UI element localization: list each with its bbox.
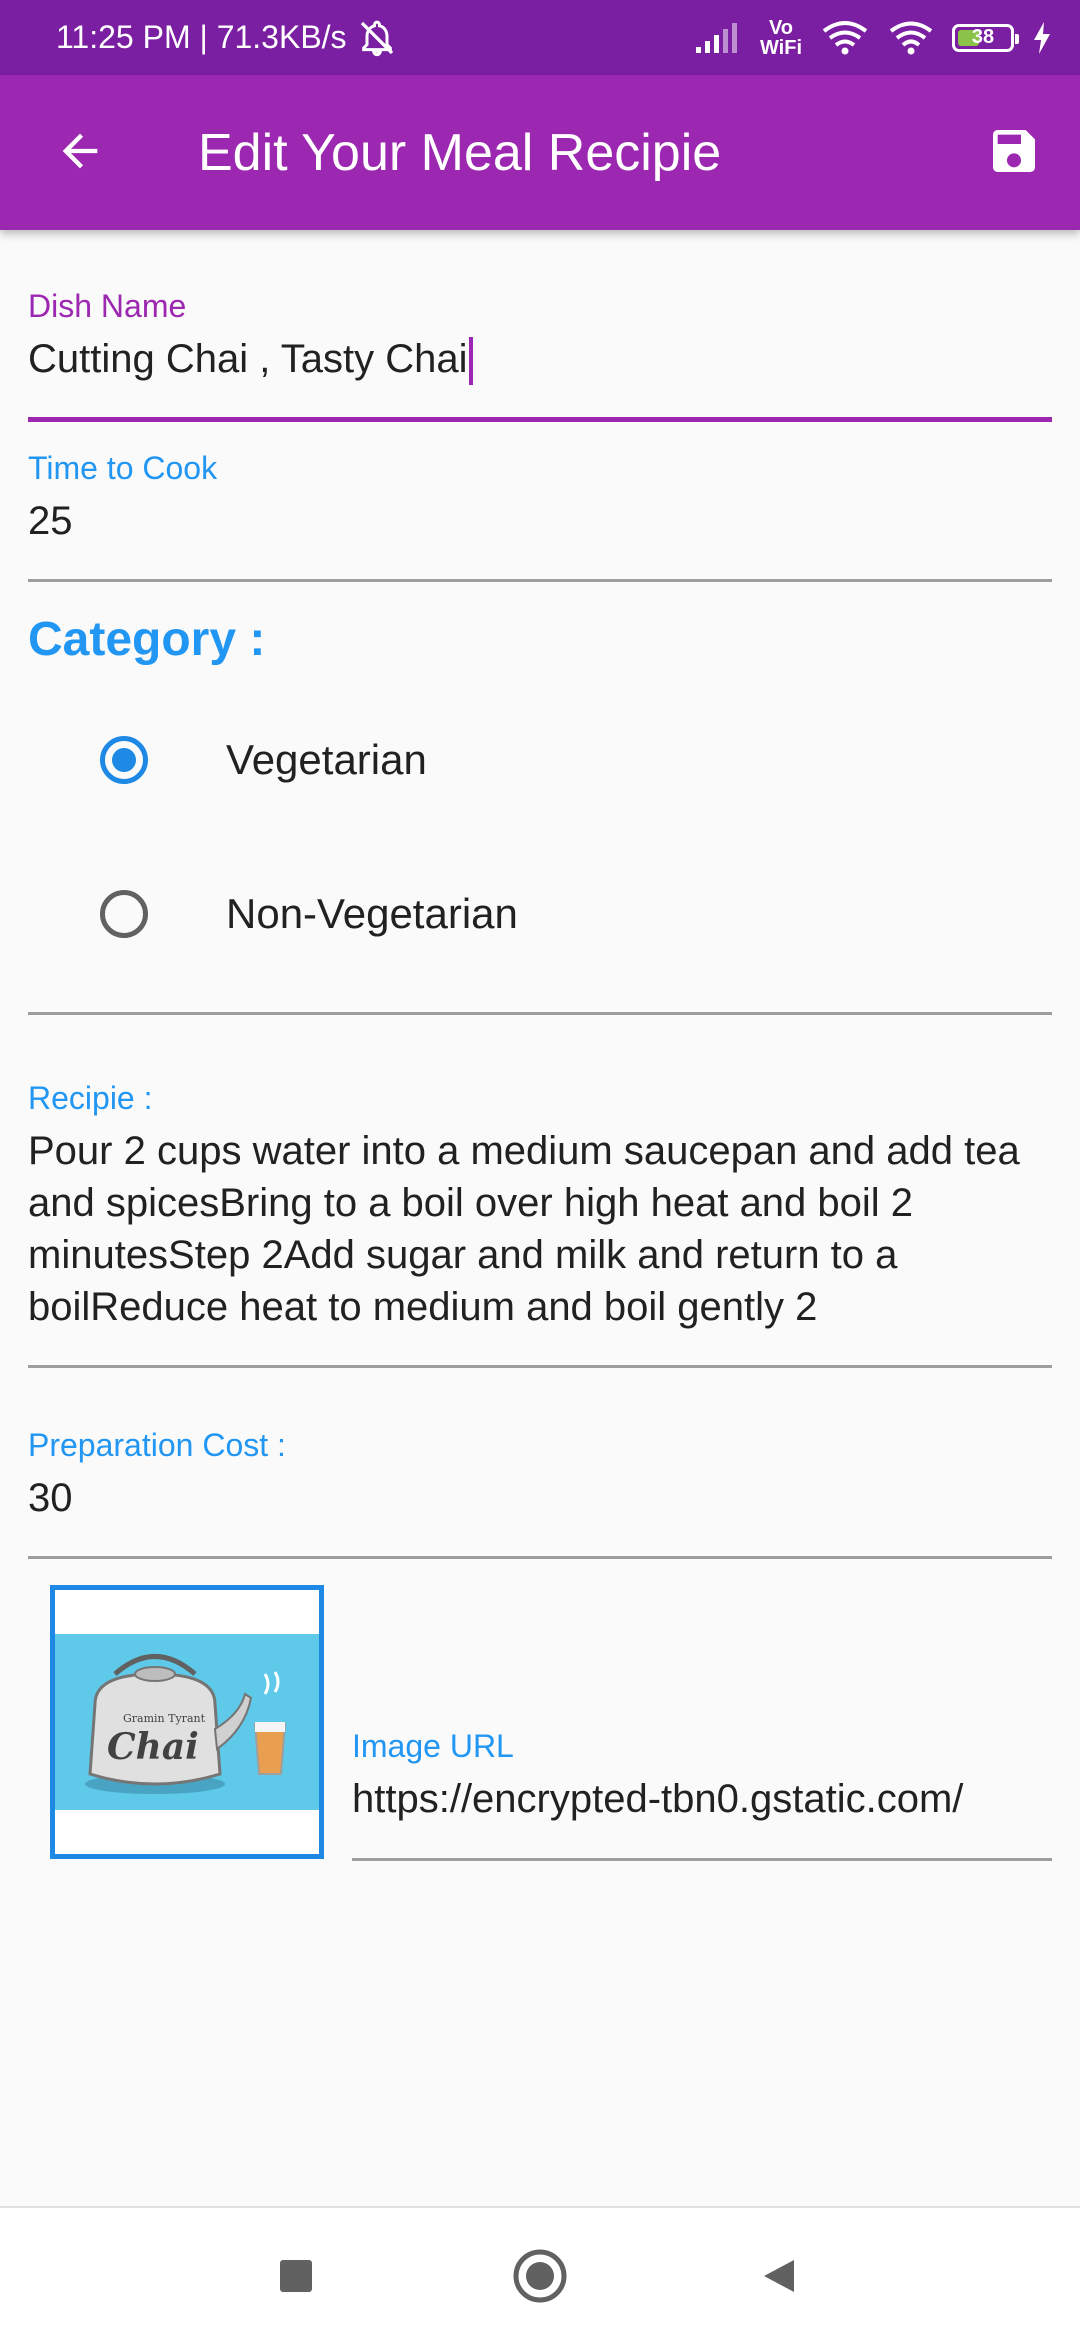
status-bar: 11:25 PM | 71.3KB/s Vo WiFi 38 bbox=[0, 0, 1080, 75]
mute-bell-icon bbox=[357, 18, 397, 58]
arrow-back-icon bbox=[54, 125, 106, 182]
brand-large-text: Chai bbox=[107, 1726, 199, 1768]
radio-option-vegetarian[interactable]: Vegetarian bbox=[100, 720, 427, 800]
nav-back-button[interactable] bbox=[750, 2248, 810, 2308]
category-divider bbox=[28, 1012, 1052, 1015]
chai-image: Gramin Tyrant Chai bbox=[55, 1634, 319, 1810]
save-button[interactable] bbox=[974, 113, 1054, 193]
dish-name-label: Dish Name bbox=[28, 288, 187, 324]
save-icon bbox=[986, 123, 1042, 184]
recipe-underline bbox=[28, 1365, 1052, 1368]
home-icon bbox=[512, 2248, 568, 2309]
dish-name-input[interactable]: Cutting Chai , Tasty Chai bbox=[28, 333, 1052, 386]
radio-label-vegetarian: Vegetarian bbox=[226, 736, 427, 783]
vowifi-top: Vo bbox=[768, 16, 794, 39]
time-to-cook-field[interactable]: Time to Cook 25 bbox=[28, 450, 1052, 585]
image-url-input[interactable]: https://encrypted-tbn0.gstatic.com/ bbox=[352, 1773, 1052, 1825]
recipe-label: Recipie : bbox=[28, 1080, 153, 1116]
radio-option-non-vegetarian[interactable]: Non-Vegetarian bbox=[100, 874, 518, 954]
wifi-icon bbox=[888, 20, 934, 56]
app-bar: Edit Your Meal Recipie bbox=[0, 75, 1080, 230]
recent-apps-icon bbox=[278, 2258, 314, 2299]
wifi-link-icon bbox=[820, 19, 870, 57]
signal-icon bbox=[694, 21, 742, 55]
page-title: Edit Your Meal Recipie bbox=[198, 123, 722, 182]
battery-level: 38 bbox=[971, 26, 995, 48]
status-left: 11:25 PM | 71.3KB/s bbox=[56, 18, 397, 58]
status-time-speed: 11:25 PM | 71.3KB/s bbox=[56, 19, 347, 55]
text-cursor bbox=[469, 337, 474, 386]
recipe-input[interactable]: Pour 2 cups water into a medium saucepan… bbox=[28, 1125, 1052, 1333]
battery-icon: 38 bbox=[952, 23, 1019, 52]
radio-unchecked-icon[interactable] bbox=[100, 890, 148, 938]
time-to-cook-input[interactable]: 25 bbox=[28, 495, 1052, 547]
preparation-cost-input[interactable]: 30 bbox=[28, 1472, 1052, 1524]
dish-name-value: Cutting Chai , Tasty Chai bbox=[28, 337, 468, 381]
home-button[interactable] bbox=[510, 2248, 570, 2308]
dish-name-underline bbox=[28, 417, 1052, 422]
charging-icon bbox=[1032, 21, 1052, 54]
radio-label-non-vegetarian: Non-Vegetarian bbox=[226, 890, 518, 937]
vowifi-bottom: WiFi bbox=[759, 36, 802, 59]
recipe-image-preview[interactable]: Gramin Tyrant Chai bbox=[50, 1585, 324, 1859]
radio-checked-icon[interactable] bbox=[100, 736, 148, 784]
dish-name-field[interactable]: Dish Name Cutting Chai , Tasty Chai bbox=[28, 288, 1052, 423]
time-to-cook-label: Time to Cook bbox=[28, 450, 218, 486]
preparation-cost-label: Preparation Cost : bbox=[28, 1427, 286, 1463]
image-url-underline bbox=[352, 1858, 1052, 1861]
status-right: Vo WiFi 38 bbox=[694, 18, 1052, 58]
back-icon bbox=[760, 2256, 800, 2301]
vowifi-indicator: Vo WiFi bbox=[760, 18, 802, 58]
system-nav-bar bbox=[0, 2206, 1080, 2342]
category-title: Category : bbox=[28, 613, 266, 666]
brand-small-text: Gramin Tyrant bbox=[123, 1712, 206, 1725]
preparation-cost-underline bbox=[28, 1556, 1052, 1559]
back-button[interactable] bbox=[40, 113, 120, 193]
recipe-field[interactable]: Recipie : Pour 2 cups water into a mediu… bbox=[28, 1080, 1052, 1370]
recent-apps-button[interactable] bbox=[266, 2248, 326, 2308]
preparation-cost-field[interactable]: Preparation Cost : 30 bbox=[28, 1427, 1052, 1562]
image-url-field[interactable]: Image URL https://encrypted-tbn0.gstatic… bbox=[352, 1728, 1052, 1863]
image-url-label: Image URL bbox=[352, 1728, 514, 1764]
time-to-cook-underline bbox=[28, 579, 1052, 582]
